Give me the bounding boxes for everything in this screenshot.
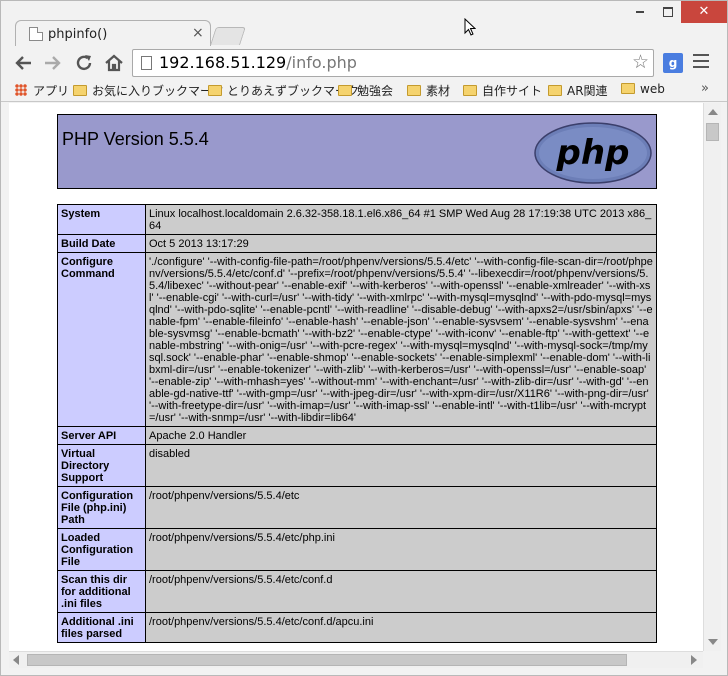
google-extension-icon[interactable]: g (663, 53, 683, 73)
row-value: Linux localhost.localdomain 2.6.32-358.1… (145, 204, 657, 235)
row-value: /root/phpenv/versions/5.5.4/etc (145, 486, 657, 529)
table-row: Scan this dir for additional .ini files /… (57, 570, 657, 613)
table-row: Configure Command './configure' '--with-c… (57, 252, 657, 427)
address-bar[interactable]: 192.168.51.129/info.php ☆ (132, 49, 654, 77)
svg-text:php: php (556, 133, 630, 173)
browser-window: phpinfo() × ✕ 192.168.51.129/info.php ☆ … (0, 0, 728, 676)
folder-icon (548, 85, 562, 96)
row-value: /root/phpenv/versions/5.5.4/etc/php.ini (145, 528, 657, 571)
reload-button[interactable] (73, 52, 95, 74)
tab-title: phpinfo() (48, 27, 108, 42)
url-text: 192.168.51.129/info.php (159, 53, 357, 72)
page-favicon-icon (29, 27, 43, 41)
row-key: Virtual Directory Support (57, 444, 146, 487)
bookmark-folder[interactable]: お気に入りブックマーク (73, 82, 224, 99)
forward-button[interactable] (41, 52, 63, 74)
home-icon (105, 54, 123, 72)
browser-toolbar: 192.168.51.129/info.php ☆ g (1, 46, 727, 80)
browser-menu-icon[interactable] (693, 54, 709, 70)
bookmarks-bar: アプリ お気に入りブックマーク とりあえずブックマーク 勉強会 素材 自作サイト… (1, 80, 727, 102)
table-row: Server API Apache 2.0 Handler (57, 426, 657, 445)
php-version-header: PHP Version 5.5.4 php (57, 114, 657, 189)
back-arrow-icon (15, 56, 31, 70)
page-viewport: PHP Version 5.5.4 php System Linux localh… (9, 103, 703, 651)
back-button[interactable] (13, 52, 35, 74)
bookmark-folder[interactable]: 素材 (407, 82, 450, 99)
tab-strip: phpinfo() × ✕ (1, 1, 727, 47)
vertical-scrollbar[interactable] (703, 103, 721, 651)
table-row: Virtual Directory Support disabled (57, 444, 657, 487)
row-key: Build Date (57, 234, 146, 253)
new-tab-button[interactable] (210, 27, 246, 45)
folder-icon (463, 85, 477, 96)
row-value: /root/phpenv/versions/5.5.4/etc/conf.d/a… (145, 612, 657, 643)
row-key: Server API (57, 426, 146, 445)
folder-icon (73, 85, 87, 96)
bookmark-folder[interactable]: web (621, 82, 665, 96)
forward-arrow-icon (45, 56, 61, 70)
table-row: Additional .ini files parsed/root/phpenv… (57, 612, 657, 643)
row-key: System (57, 204, 146, 235)
scroll-down-icon[interactable] (708, 639, 718, 645)
window-minimize-button[interactable] (627, 1, 653, 23)
row-key: Additional .ini files parsed (57, 612, 146, 643)
window-maximize-button[interactable] (655, 1, 681, 23)
folder-icon (407, 85, 421, 96)
horizontal-scrollbar[interactable] (9, 651, 703, 668)
row-key: Scan this dir for additional .ini files (57, 570, 146, 613)
scroll-left-icon[interactable] (13, 655, 19, 665)
table-row: System Linux localhost.localdomain 2.6.32… (57, 204, 657, 235)
vertical-scroll-thumb[interactable] (706, 123, 719, 141)
bookmark-star-icon[interactable]: ☆ (632, 51, 649, 73)
folder-icon (338, 85, 352, 96)
horizontal-scroll-thumb[interactable] (27, 654, 627, 666)
row-key: Configure Command (57, 252, 146, 427)
window-close-button[interactable]: ✕ (681, 1, 727, 23)
bookmark-apps[interactable]: アプリ (15, 82, 69, 99)
scroll-right-icon[interactable] (691, 655, 697, 665)
row-value: './configure' '--with-config-file-path=/… (145, 252, 657, 427)
tab-phpinfo[interactable]: phpinfo() × (15, 20, 211, 47)
folder-icon (208, 85, 222, 96)
php-version-title: PHP Version 5.5.4 (62, 129, 209, 149)
row-key: Configuration File (php.ini) Path (57, 486, 146, 529)
table-row: Build Date Oct 5 2013 13:17:29 (57, 234, 657, 253)
bookmark-folder[interactable]: 勉強会 (338, 82, 393, 99)
home-button[interactable] (103, 52, 125, 74)
php-info-table: System Linux localhost.localdomain 2.6.32… (57, 204, 657, 643)
table-row: Loaded Configuration File/root/phpenv/ve… (57, 528, 657, 571)
php-logo: php (534, 122, 652, 184)
scroll-up-icon[interactable] (708, 109, 718, 115)
row-value: Apache 2.0 Handler (145, 426, 657, 445)
bookmark-folder[interactable]: 自作サイト (463, 82, 542, 99)
page-icon (141, 56, 152, 70)
row-value: /root/phpenv/versions/5.5.4/etc/conf.d (145, 570, 657, 613)
bookmark-folder[interactable]: とりあえずブックマーク (208, 82, 359, 99)
row-value: disabled (145, 444, 657, 487)
apps-grid-icon (15, 84, 27, 96)
reload-icon (76, 55, 92, 71)
bookmark-folder[interactable]: AR関連 (548, 82, 608, 99)
row-key: Loaded Configuration File (57, 528, 146, 571)
folder-icon (621, 83, 635, 94)
mouse-cursor-icon (464, 18, 476, 36)
bookmarks-more-icon[interactable]: » (701, 81, 709, 96)
table-row: Configuration File (php.ini) Path/root/p… (57, 486, 657, 529)
tab-close-icon[interactable]: × (192, 25, 204, 41)
row-value: Oct 5 2013 13:17:29 (145, 234, 657, 253)
